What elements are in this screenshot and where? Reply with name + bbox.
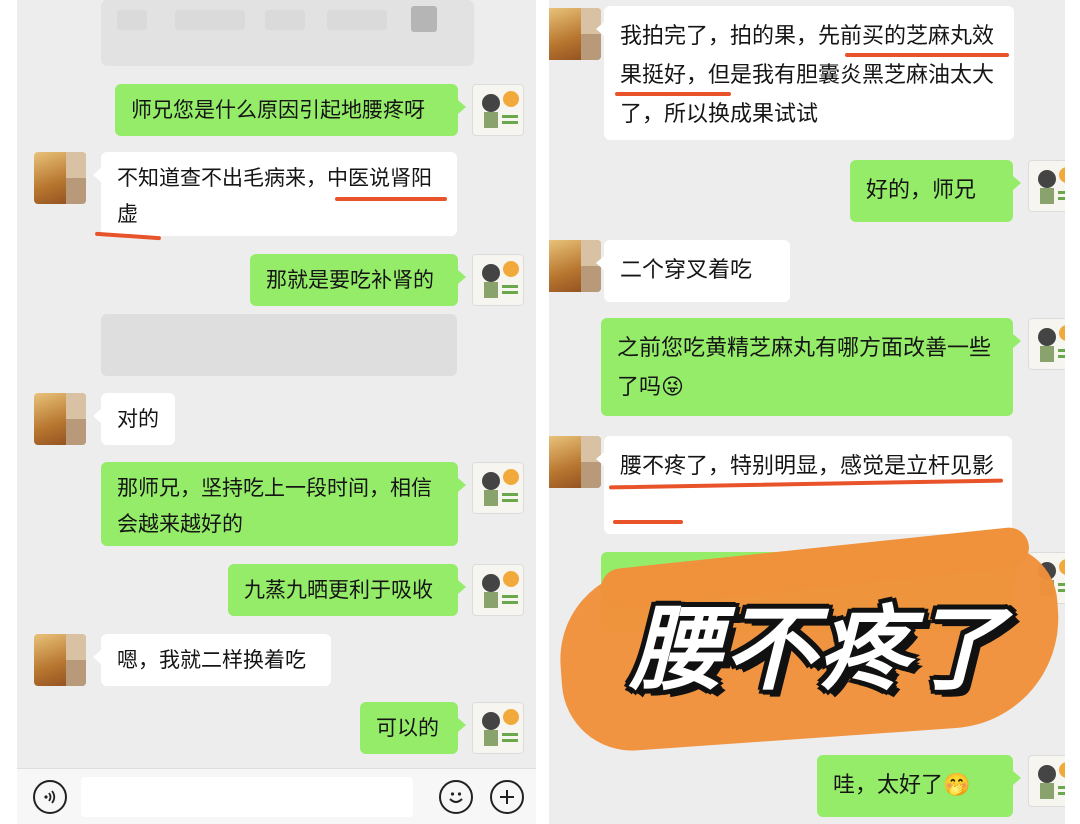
avatar-illustration-icon xyxy=(482,469,519,506)
friend-avatar[interactable] xyxy=(34,634,86,686)
self-avatar[interactable] xyxy=(472,254,524,306)
message-bubble-outgoing[interactable]: 可以的 xyxy=(360,702,466,754)
message-text: 对的 xyxy=(117,407,159,431)
left-chat-panel: 师兄您是什么原因引起地腰疼呀 不知道查不出毛病来，中医说肾阳虚 那就是要吃补肾的… xyxy=(17,0,536,824)
message-text: 嗯，我就二样换着吃 xyxy=(117,648,306,672)
message-bubble-incoming[interactable]: 嗯，我就二样换着吃 xyxy=(93,634,331,686)
avatar-illustration-icon xyxy=(482,91,519,128)
avatar-illustration-icon xyxy=(1038,167,1065,204)
self-avatar[interactable] xyxy=(472,702,524,754)
self-avatar[interactable] xyxy=(1028,755,1065,807)
self-avatar[interactable] xyxy=(472,462,524,514)
self-avatar[interactable] xyxy=(1028,160,1065,212)
voice-icon[interactable] xyxy=(33,780,67,814)
overlay-headline: 腰不疼了 xyxy=(629,596,1006,703)
highlight-underline xyxy=(613,520,683,524)
message-bubble-outgoing[interactable]: 好的，师兄 xyxy=(850,160,1021,222)
shy-emoji-icon: 🤭 xyxy=(943,773,971,798)
friend-avatar[interactable] xyxy=(549,436,601,488)
message-text: 那就是要吃补肾的 xyxy=(266,268,434,292)
message-text: 腰不疼了，特别明显，感觉是立杆见影 xyxy=(620,454,995,479)
plus-icon[interactable] xyxy=(490,780,524,814)
blurred-message xyxy=(101,0,474,66)
message-bubble-outgoing[interactable]: 之前您吃黄精芝麻丸有哪方面改善一些了吗😜 xyxy=(601,318,1021,416)
message-text: 九蒸九晒更利于吸收 xyxy=(244,578,433,602)
message-bubble-outgoing[interactable]: 师兄您是什么原因引起地腰疼呀 xyxy=(115,84,466,136)
message-text: 二个穿叉着吃 xyxy=(620,258,753,283)
friend-avatar[interactable] xyxy=(549,240,601,292)
message-bubble-outgoing[interactable]: 那师兄，坚持吃上一段时间，相信会越来越好的 xyxy=(101,462,466,546)
avatar-illustration-icon xyxy=(1038,325,1065,362)
message-input[interactable] xyxy=(81,777,413,817)
avatar-illustration-icon xyxy=(482,709,519,746)
friend-avatar[interactable] xyxy=(549,8,601,60)
highlight-underline xyxy=(845,53,1009,57)
message-bubble-outgoing[interactable]: 那就是要吃补肾的 xyxy=(250,254,466,306)
message-text: 师兄您是什么原因引起地腰疼呀 xyxy=(131,98,425,122)
message-text: 不知道查不出毛病来，中医说肾阳虚 xyxy=(117,166,432,226)
message-text: 我拍完了，拍的果，先前买的芝麻丸效果挺好，但是我有胆囊炎黑芝麻油太大了，所以换成… xyxy=(620,24,995,127)
wink-emoji-icon: 😜 xyxy=(661,375,684,400)
self-avatar[interactable] xyxy=(1028,318,1065,370)
message-bubble-incoming[interactable]: 我拍完了，拍的果，先前买的芝麻丸效果挺好，但是我有胆囊炎黑芝麻油太大了，所以换成… xyxy=(596,6,1014,140)
chat-input-bar xyxy=(17,768,536,824)
friend-avatar[interactable] xyxy=(34,152,86,204)
message-bubble-incoming[interactable]: 对的 xyxy=(93,393,175,445)
avatar-illustration-icon xyxy=(482,261,519,298)
message-text: 可以的 xyxy=(376,716,439,740)
message-bubble-incoming[interactable]: 不知道查不出毛病来，中医说肾阳虚 xyxy=(93,152,457,236)
friend-avatar[interactable] xyxy=(34,393,86,445)
self-avatar[interactable] xyxy=(472,84,524,136)
message-text: 哇，太好了 xyxy=(833,773,944,798)
message-text: 好的，师兄 xyxy=(866,178,977,203)
avatar-illustration-icon xyxy=(1038,762,1065,799)
message-bubble-outgoing[interactable]: 九蒸九晒更利于吸收 xyxy=(228,564,466,616)
message-bubble-incoming[interactable]: 二个穿叉着吃 xyxy=(596,240,790,302)
self-avatar[interactable] xyxy=(472,564,524,616)
avatar-illustration-icon xyxy=(482,571,519,608)
message-text: 那师兄，坚持吃上一段时间，相信会越来越好的 xyxy=(117,476,432,536)
message-bubble-outgoing[interactable]: 哇，太好了🤭 xyxy=(817,755,1021,817)
blurred-message xyxy=(101,314,457,376)
panel-divider xyxy=(536,0,549,824)
highlight-underline xyxy=(335,197,447,201)
highlight-underline xyxy=(615,92,731,96)
emoji-icon[interactable] xyxy=(439,780,473,814)
